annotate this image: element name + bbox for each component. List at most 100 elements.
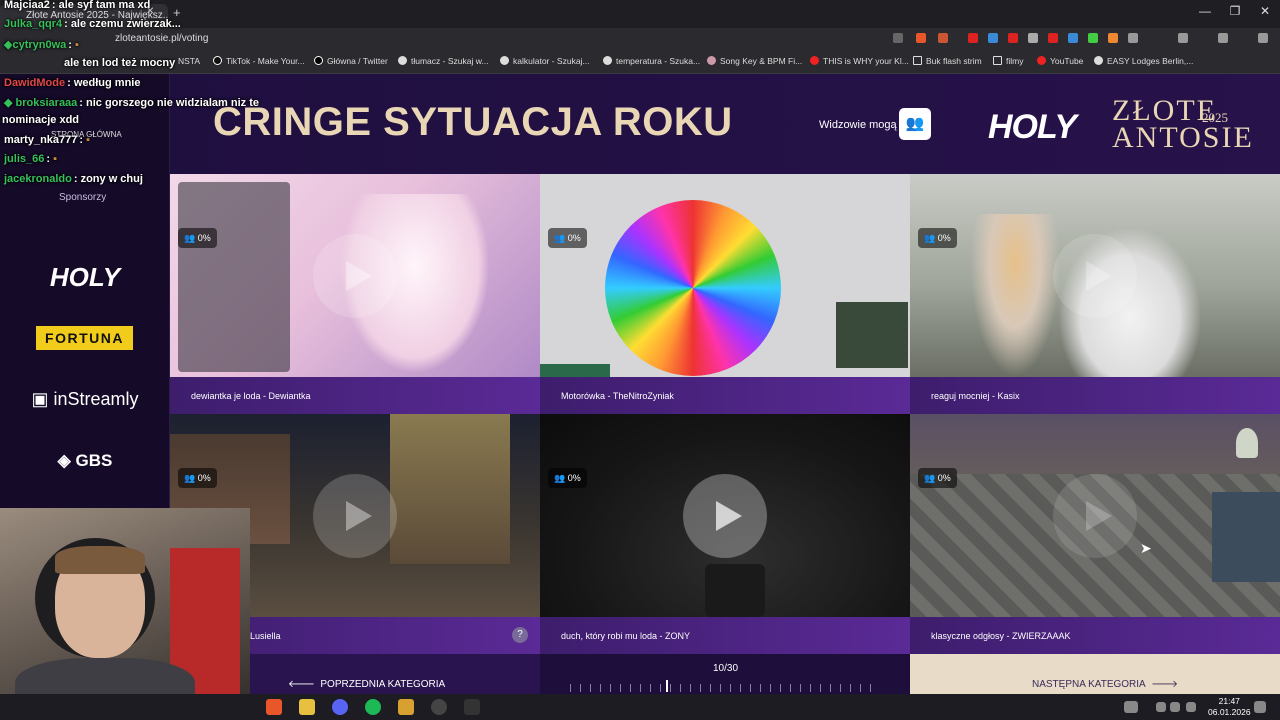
bookmark-item[interactable]: THIS is WHY your Kl... [810, 56, 909, 66]
viewers-vote-button[interactable]: 👥 [899, 108, 931, 140]
menu-icon[interactable] [1258, 33, 1268, 43]
building-image [390, 414, 510, 564]
vote-percent-badge: 👥 0% [178, 228, 217, 248]
help-icon[interactable]: ? [512, 627, 528, 643]
sponsor-instreamly-logo[interactable]: ▣ inStreamly [30, 389, 140, 410]
prize-wheel-image [605, 200, 781, 376]
avatar-icon [1236, 428, 1258, 458]
chat-message: Majciaa2: ale syf tam ma xd [4, 0, 151, 11]
phone-image [705, 564, 765, 617]
stat-bar [540, 364, 610, 377]
progress-marker [666, 680, 668, 692]
bookmark-folder[interactable]: Buk flash strim [913, 56, 982, 66]
bookmark-item[interactable]: TikTok - Make Your... [213, 56, 305, 66]
wallet-icon[interactable] [1218, 33, 1228, 43]
taskbar [0, 694, 1280, 720]
tray-icon[interactable] [1124, 701, 1138, 713]
emote-icon: ▪ [53, 153, 57, 165]
obs-icon[interactable] [431, 699, 447, 715]
sponsor-fortuna-logo[interactable]: FORTUNA [36, 326, 133, 350]
chat-message: ale ten lod też mocny [64, 57, 176, 69]
diamond-icon: ◈ [57, 451, 71, 470]
holy-logo: HOLY [988, 108, 1077, 146]
play-icon[interactable] [1053, 474, 1137, 558]
notification-icon[interactable] [1254, 701, 1266, 713]
users-icon: 👥 [905, 115, 925, 132]
extension-icon[interactable] [988, 33, 998, 43]
vote-percent-badge: 👥 0% [918, 468, 957, 488]
arrow-right-icon: 🡒 [1151, 679, 1179, 690]
extension-icon[interactable] [1008, 33, 1018, 43]
viewers-label: Widzowie mogą [819, 119, 897, 131]
webcam-inset-image [1212, 492, 1280, 582]
folder-icon[interactable] [299, 699, 315, 715]
video-thumbnail[interactable] [540, 174, 910, 377]
bookmark-item[interactable]: EASY Lodges Berlin,... [1094, 56, 1193, 66]
prev-category-button[interactable]: 🡐 POPRZEDNIA KATEGORIA [288, 678, 445, 690]
browser-tab-bar [0, 0, 1280, 28]
bookmark-item[interactable]: kalkulator - Szukaj... [500, 56, 590, 66]
discord-icon[interactable] [332, 699, 348, 715]
bookmark-item[interactable]: temperatura - Szuka... [603, 56, 700, 66]
rewards-icon[interactable] [938, 33, 948, 43]
nominee-card[interactable]: 👥 0% Motorówka - TheNitroZyniak [540, 174, 910, 414]
extension-icon[interactable] [968, 33, 978, 43]
maximize-icon[interactable]: ❐ [1220, 4, 1250, 18]
share-icon[interactable] [893, 33, 903, 43]
next-category-button[interactable]: NASTĘPNA KATEGORIA 🡒 [1032, 678, 1178, 690]
users-icon: 👥 [924, 233, 936, 243]
vote-percent-badge: 👥 0% [918, 228, 957, 248]
bookmark-item[interactable]: NSTA [178, 56, 200, 66]
bookmark-item[interactable]: YouTube [1037, 56, 1083, 66]
bookmark-item[interactable]: tłumacz - Szukaj w... [398, 56, 488, 66]
puzzle-icon[interactable] [1128, 33, 1138, 43]
sidebar-icon[interactable] [1178, 33, 1188, 43]
volume-icon[interactable] [1186, 702, 1196, 712]
brave-shield-icon[interactable] [916, 33, 926, 43]
cursor-icon: ➤ [1140, 540, 1152, 556]
minimize-icon[interactable]: — [1190, 4, 1220, 18]
taskbar-clock[interactable]: 21:47 06.01.2026 [1208, 696, 1251, 718]
progress-ticks [570, 684, 880, 692]
sponsors-label: Sponsorzy [59, 192, 107, 203]
spotify-icon[interactable] [365, 699, 381, 715]
extension-icon[interactable] [1108, 33, 1118, 43]
progress-text: 10/30 [713, 663, 739, 674]
extension-icon[interactable] [1048, 33, 1058, 43]
logo-year: 2025 [1202, 110, 1228, 125]
sponsor-gbs-logo[interactable]: ◈ GBS [30, 451, 140, 471]
bookmark-folder[interactable]: filmy [993, 56, 1023, 66]
chat-message: marty_nka777: ▪ [4, 134, 91, 146]
close-window-icon[interactable]: ✕ [1250, 4, 1280, 18]
chat-message: julis_66: ▪ [4, 153, 57, 165]
app-icon[interactable] [464, 699, 480, 715]
chat-message: jacekronaldo: zony w chuj [4, 173, 143, 185]
play-icon[interactable] [313, 234, 397, 318]
nominee-card[interactable]: 👥 0% ➤ klasyczne odgłosy - ZWIERZAAAK [910, 414, 1280, 654]
chat-message: ◆ broksiaraaa: nic gorszego nie widziala… [4, 97, 259, 109]
play-icon[interactable] [313, 474, 397, 558]
logo-antosie: ANTOSIE [1112, 121, 1254, 154]
bookmark-item[interactable]: Song Key & BPM Fi... [707, 56, 802, 66]
extension-icon[interactable] [1068, 33, 1078, 43]
extension-icon[interactable] [1088, 33, 1098, 43]
extension-icon[interactable] [1028, 33, 1038, 43]
bookmark-item[interactable]: Główna / Twitter [314, 56, 388, 66]
network-icon[interactable] [1170, 702, 1180, 712]
users-icon: 👥 [184, 473, 196, 483]
play-icon[interactable] [683, 474, 767, 558]
arrow-left-icon: 🡐 [288, 679, 315, 690]
chat-message: Julka_qqr4: ale czemu zwierzak... [4, 18, 181, 30]
card-label: duch, który robi mu loda - ZONY [540, 617, 910, 654]
nominee-card[interactable]: 👥 0% duch, który robi mu loda - ZONY [540, 414, 910, 654]
url-field[interactable]: zloteantosie.pl/voting [115, 33, 208, 44]
webcam-inset-image [836, 302, 908, 368]
nominee-card[interactable]: 👥 0% dewiantka je loda - Dewiantka [170, 174, 540, 414]
sponsor-holy-logo[interactable]: HOLY [30, 262, 140, 293]
play-icon[interactable] [1053, 234, 1137, 318]
chat-message: DawidMode: według mnie [4, 77, 141, 89]
app-icon[interactable] [398, 699, 414, 715]
brave-icon[interactable] [266, 699, 282, 715]
nominee-card[interactable]: 👥 0% reaguj mocniej - Kasix [910, 174, 1280, 414]
chevron-up-icon[interactable] [1156, 702, 1166, 712]
